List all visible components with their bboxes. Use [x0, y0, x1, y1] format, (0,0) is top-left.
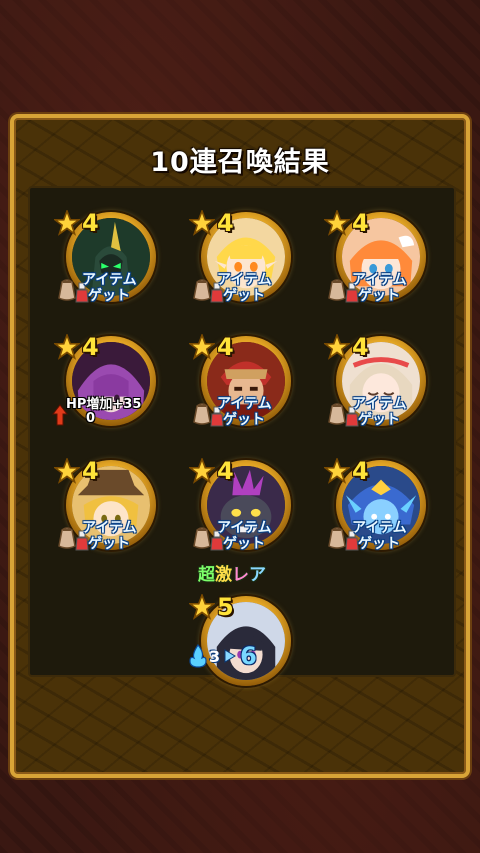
super-rare-char: 激 — [215, 565, 232, 585]
bonus-label: アイテム ゲット — [352, 520, 442, 552]
bonus-line-2: ゲット — [88, 536, 130, 552]
bonus-line-1: アイテム — [352, 520, 407, 536]
results-grid: 4 アイテム ゲット 4 アイテム ゲット 4 アイテム ゲット 4 HP増加+… — [28, 186, 456, 686]
bonus-line-1: アイテム — [82, 520, 137, 536]
bonus-line-2: ゲット — [223, 288, 265, 304]
rarity-value: 4 — [217, 457, 234, 485]
rarity-badge: 4 — [54, 206, 166, 240]
bonus-line-2: ゲット — [223, 536, 265, 552]
rarity-value: 4 — [352, 209, 369, 237]
result-card-9[interactable]: 4 アイテム ゲット — [318, 454, 436, 572]
summon-result-panel: 10連召喚結果 4 アイテム ゲット 4 アイテム ゲット 4 アイテム ゲット… — [10, 114, 470, 778]
rarity-value: 4 — [82, 209, 99, 237]
bonus-label: アイテム ゲット — [217, 520, 307, 552]
hp-bonus-line-1: HP増加+35 — [66, 397, 142, 412]
rarity-badge: 4 — [54, 330, 166, 364]
star-icon — [189, 334, 215, 360]
super-rare-label: 超激レア — [198, 560, 266, 585]
rarity-badge: 4 — [324, 330, 436, 364]
hp-bonus-line-2: 0 — [86, 411, 96, 426]
result-card-8[interactable]: 4 アイテム ゲット — [183, 454, 301, 572]
rarity-value: 4 — [352, 457, 369, 485]
star-icon — [324, 210, 350, 236]
star-icon — [54, 334, 80, 360]
super-rare-char: ア — [249, 565, 266, 585]
bonus-line-2: ゲット — [88, 288, 130, 304]
bonus-line-1: アイテム — [82, 272, 137, 288]
rarity-value: 4 — [82, 333, 99, 361]
rarity-badge: 4 — [324, 206, 436, 240]
result-card-3[interactable]: 4 アイテム ゲット — [318, 206, 436, 324]
bonus-label: アイテム ゲット — [217, 396, 307, 428]
rarity-badge: 4 — [54, 454, 166, 488]
bonus-line-1: アイテム — [352, 272, 407, 288]
rarity-value: 4 — [217, 333, 234, 361]
rarity-value: 4 — [217, 209, 234, 237]
result-card-5[interactable]: 4 アイテム ゲット — [183, 330, 301, 448]
super-rare-char: 超 — [198, 565, 215, 585]
bonus-label: アイテム ゲット — [217, 272, 307, 304]
super-rare-char: レ — [232, 565, 249, 585]
star-icon — [189, 594, 215, 620]
rarity-value: 4 — [82, 457, 99, 485]
bonus-line-1: アイテム — [217, 396, 272, 412]
rarity-badge: 4 — [189, 330, 301, 364]
panel-title: 10連召喚結果 — [150, 147, 330, 178]
bonus-label: アイテム ゲット — [352, 272, 442, 304]
result-card-4[interactable]: 4 HP増加+35 0 — [48, 330, 166, 448]
star-icon — [324, 458, 350, 484]
bonus-label: アイテム ゲット — [82, 272, 172, 304]
blue-flame-icon — [189, 644, 207, 668]
bonus-label: アイテム ゲット — [352, 396, 442, 428]
star-icon — [189, 458, 215, 484]
bonus-line-1: アイテム — [217, 520, 272, 536]
bonus-line-2: ゲット — [358, 412, 400, 428]
evolution-indicator: 3 6 — [188, 640, 288, 672]
bonus-line-1: アイテム — [352, 396, 407, 412]
star-icon — [324, 334, 350, 360]
rarity-value: 5 — [217, 593, 234, 621]
rarity-badge: 4 — [189, 206, 301, 240]
evolution-from: 3 — [209, 646, 221, 666]
rarity-badge: 4 — [324, 454, 436, 488]
bonus-line-1: アイテム — [217, 272, 272, 288]
bonus-line-2: ゲット — [358, 536, 400, 552]
result-card-7[interactable]: 4 アイテム ゲット — [48, 454, 166, 572]
bonus-line-2: ゲット — [358, 288, 400, 304]
evolution-to: 6 — [240, 642, 257, 670]
star-icon — [54, 458, 80, 484]
hp-bonus-label: HP増加+35 0 — [66, 398, 166, 426]
rarity-badge: 5 — [189, 590, 301, 624]
bonus-line-2: ゲット — [223, 412, 265, 428]
result-card-6[interactable]: 4 アイテム ゲット — [318, 330, 436, 448]
result-card-2[interactable]: 4 アイテム ゲット — [183, 206, 301, 324]
star-icon — [54, 210, 80, 236]
star-icon — [189, 210, 215, 236]
rarity-badge: 4 — [189, 454, 301, 488]
rarity-value: 4 — [352, 333, 369, 361]
arrow-right-icon — [224, 649, 237, 663]
result-card-1[interactable]: 4 アイテム ゲット — [48, 206, 166, 324]
bonus-label: アイテム ゲット — [82, 520, 172, 552]
